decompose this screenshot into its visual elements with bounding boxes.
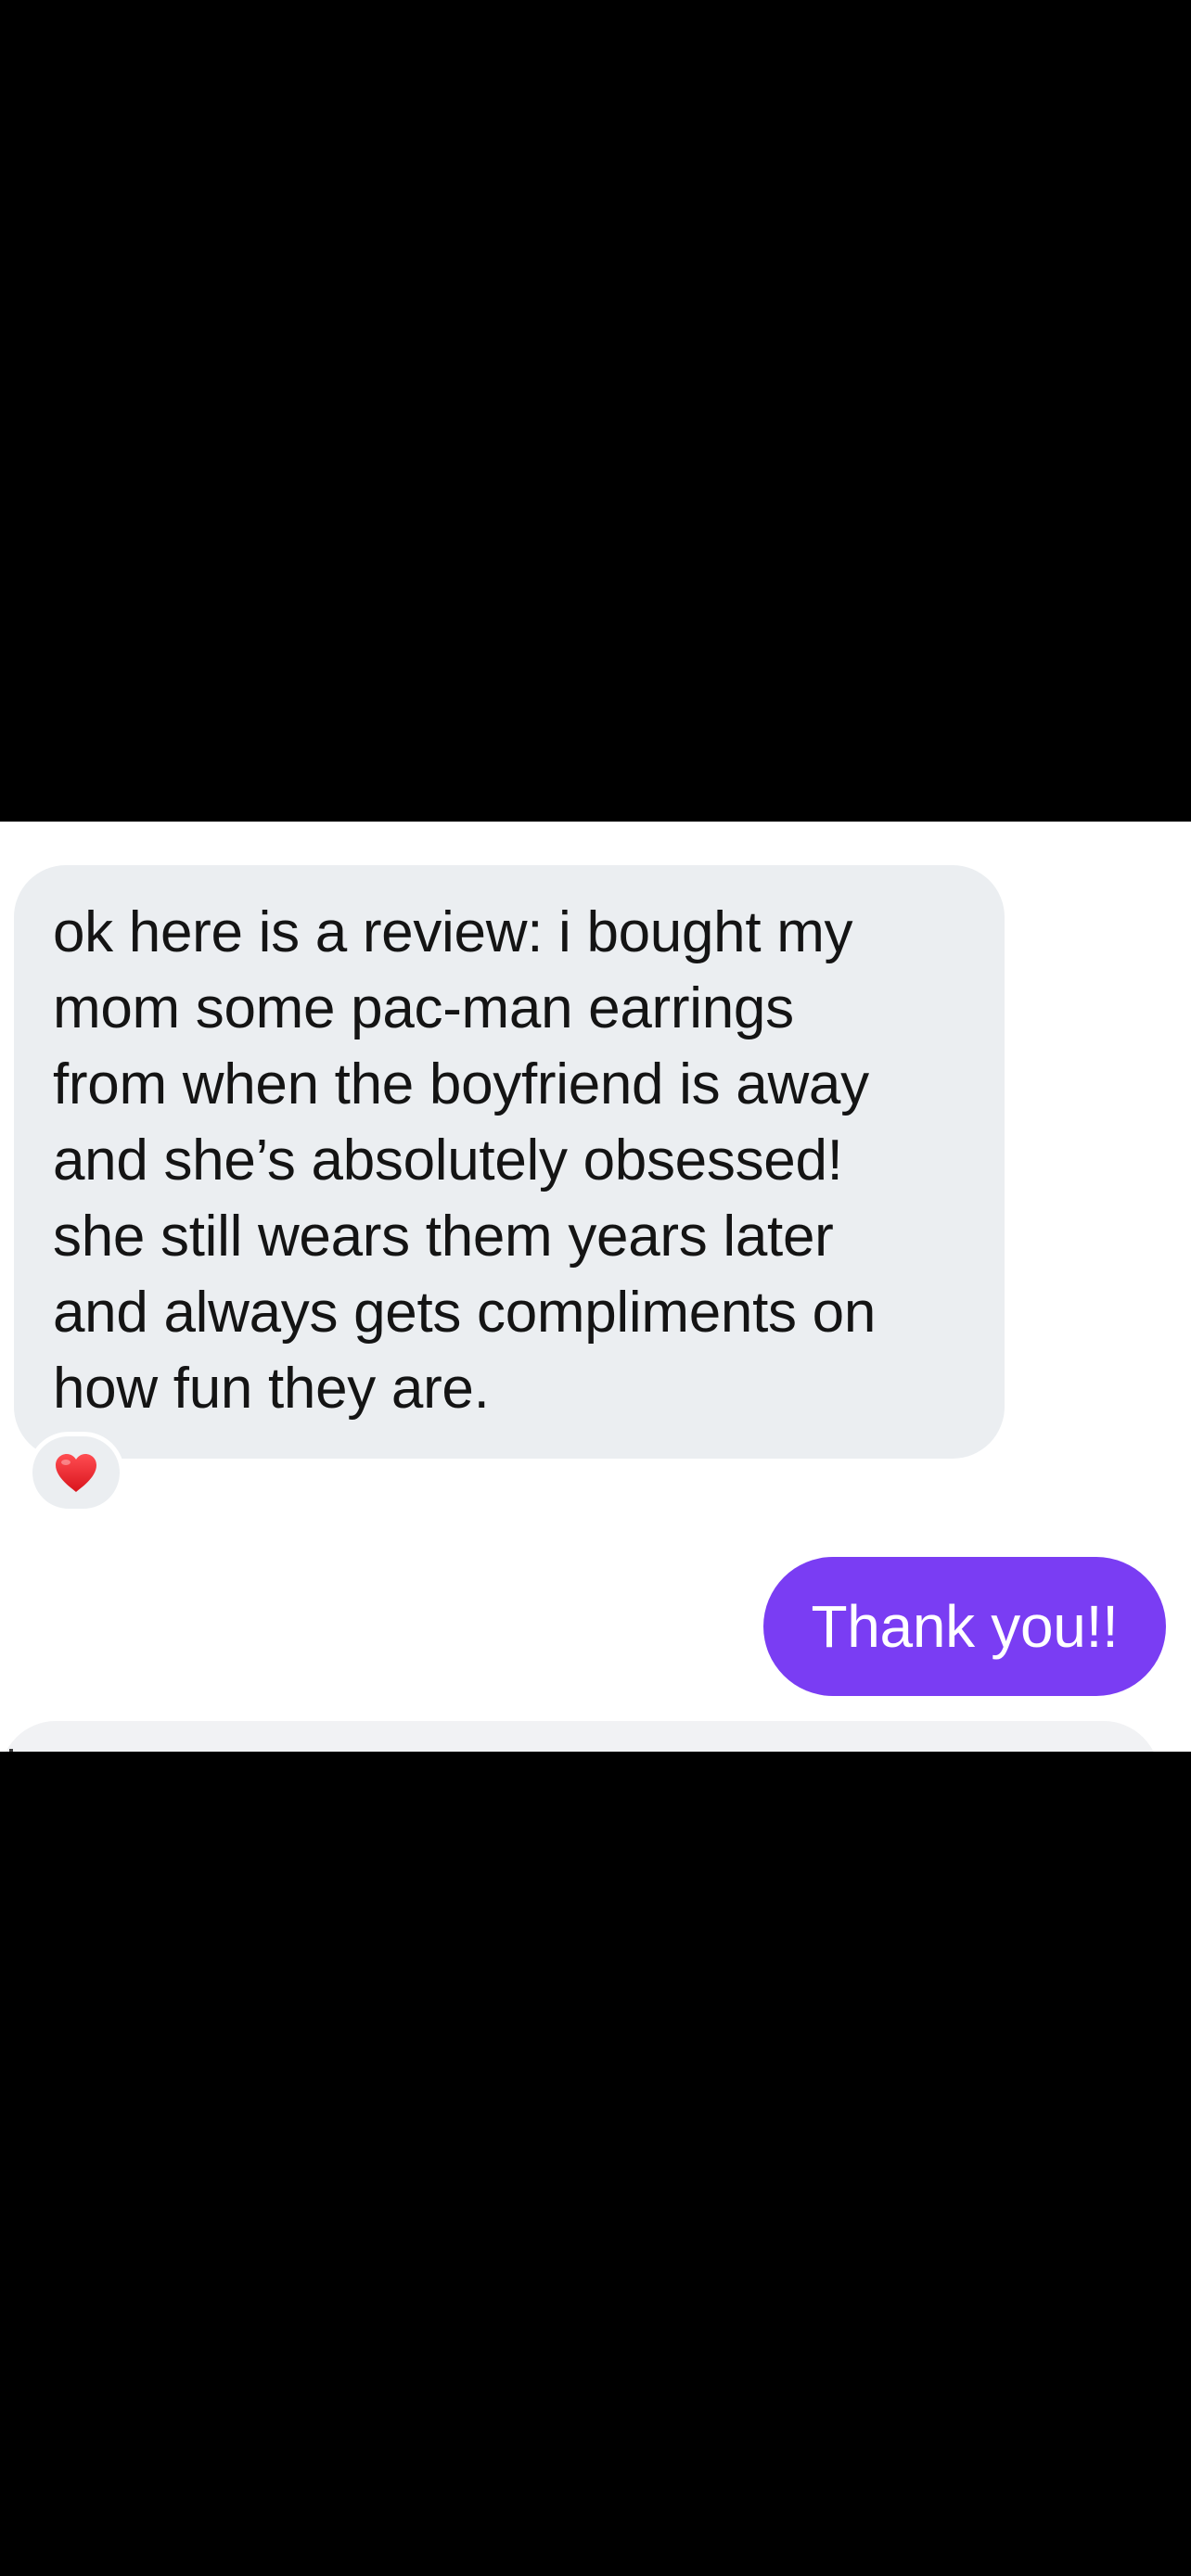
outgoing-message-text: Thank you!!: [811, 1593, 1119, 1660]
message-input-field[interactable]: [0, 1721, 1159, 1752]
heart-reaction[interactable]: [28, 1432, 124, 1513]
letterbox-bottom: [0, 1752, 1191, 2576]
chat-thread[interactable]: ok here is a review: i bought my mom som…: [0, 822, 1191, 1752]
letterbox-top: [0, 0, 1191, 822]
outgoing-message-bubble[interactable]: Thank you!!: [763, 1557, 1166, 1696]
incoming-message-text: ok here is a review: i bought my mom som…: [53, 900, 877, 1421]
heart-icon: [56, 1454, 96, 1492]
incoming-message-bubble[interactable]: ok here is a review: i bought my mom som…: [14, 865, 1005, 1459]
